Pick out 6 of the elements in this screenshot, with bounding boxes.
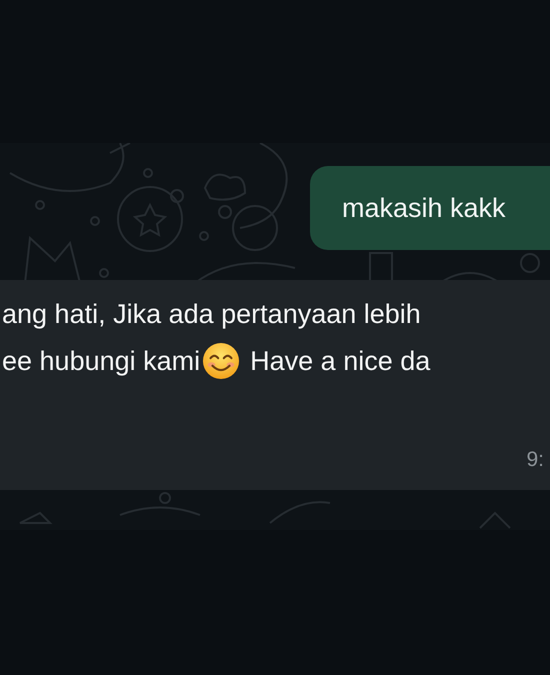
- message-text: makasih kakk: [342, 192, 506, 224]
- message-text: ang hati, Jika ada pertanyaan lebih: [2, 298, 421, 331]
- message-time: 9:: [526, 448, 544, 472]
- message-text: ee hubungi kami: [2, 345, 200, 378]
- message-text: Have a nice da: [250, 345, 430, 378]
- smiling-face-icon: [202, 342, 240, 380]
